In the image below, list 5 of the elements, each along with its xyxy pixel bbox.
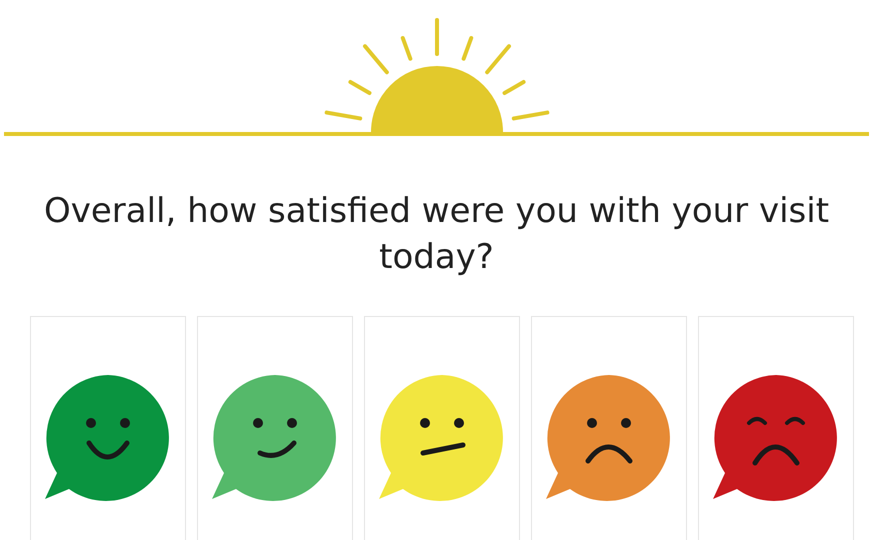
rating-option[interactable]: [30, 316, 186, 540]
rating-option[interactable]: [530, 316, 686, 540]
rating-option[interactable]: [196, 316, 352, 540]
rating-option[interactable]: [698, 316, 854, 540]
survey-question: Overall, how satisfied were you with your visit today?: [42, 190, 830, 279]
